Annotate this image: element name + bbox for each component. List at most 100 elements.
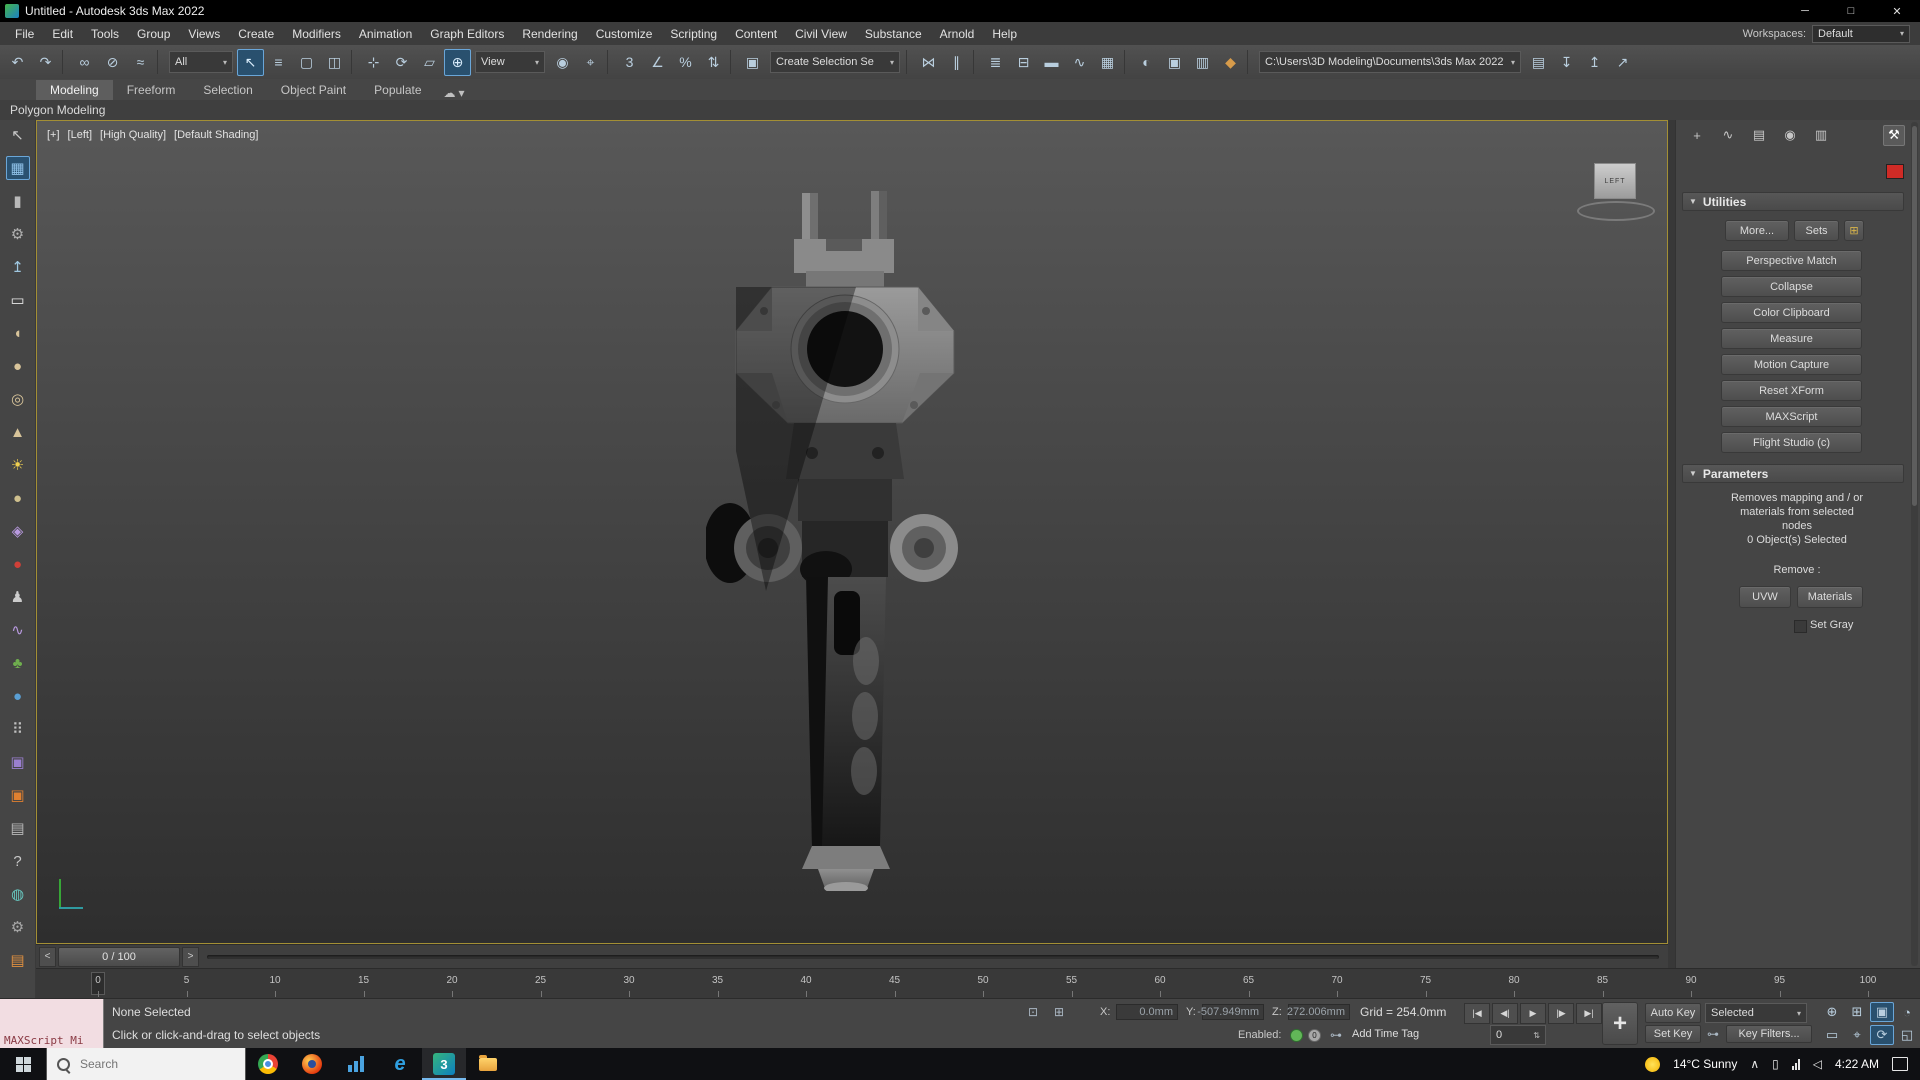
menu-substance[interactable]: Substance xyxy=(856,23,931,45)
render-preset-icon[interactable]: ▣ xyxy=(6,783,30,807)
schematic-view-icon[interactable]: ▦ xyxy=(1094,49,1121,76)
chart-app-icon[interactable] xyxy=(334,1048,378,1080)
select-and-scale-icon[interactable]: ▱ xyxy=(416,49,443,76)
set-key-button[interactable]: Set Key xyxy=(1645,1025,1701,1043)
export-file-icon[interactable]: ↥ xyxy=(1581,49,1608,76)
frame-number-field[interactable]: 0 ⇅ xyxy=(1490,1025,1546,1045)
fluid-icon[interactable]: ● xyxy=(6,684,30,708)
utility-sets-button[interactable]: Sets xyxy=(1794,220,1839,241)
panel-scrollbar-thumb[interactable] xyxy=(1912,126,1917,506)
select-and-manipulate-icon[interactable]: ⌖ xyxy=(577,49,604,76)
utility-button-maxscript[interactable]: MAXScript xyxy=(1721,406,1862,427)
gear-icon[interactable]: ⚙ xyxy=(6,222,30,246)
utility-button-measure[interactable]: Measure xyxy=(1721,328,1862,349)
enabled-zero-indicator[interactable]: 0 xyxy=(1308,1029,1321,1042)
utility-button-collapse[interactable]: Collapse xyxy=(1721,276,1862,297)
reference-coordinate-dropdown[interactable]: View ▾ xyxy=(475,51,545,73)
utility-button-flight-studio-c[interactable]: Flight Studio (c) xyxy=(1721,432,1862,453)
viewport-pov-menu[interactable]: [Left] xyxy=(68,129,92,141)
dome-primitive-icon[interactable]: ◖ xyxy=(6,321,30,345)
menu-modifiers[interactable]: Modifiers xyxy=(283,23,350,45)
auto-key-button[interactable]: Auto Key xyxy=(1645,1003,1701,1023)
cone-primitive-icon[interactable]: ▲ xyxy=(6,420,30,444)
viewport-quality-menu[interactable]: [High Quality] xyxy=(100,129,166,141)
menu-arnold[interactable]: Arnold xyxy=(931,23,984,45)
menu-help[interactable]: Help xyxy=(983,23,1026,45)
configure-button-sets-icon[interactable]: ⊞ xyxy=(1844,220,1864,241)
motion-tab[interactable]: ◉ xyxy=(1779,125,1801,146)
tab-freeform[interactable]: Freeform xyxy=(113,80,190,100)
angle-snap-icon[interactable]: ∠ xyxy=(644,49,671,76)
ribbon-caret-icon[interactable]: ▾ xyxy=(459,86,465,100)
import-file-icon[interactable]: ↧ xyxy=(1553,49,1580,76)
hidden-icons-chevron[interactable]: ∧ xyxy=(1750,1057,1759,1071)
absolute-mode-icon[interactable]: ⊞ xyxy=(1054,1005,1064,1019)
menu-customize[interactable]: Customize xyxy=(587,23,662,45)
select-and-move-icon[interactable]: ⊹ xyxy=(360,49,387,76)
menu-content[interactable]: Content xyxy=(726,23,786,45)
more-utilities-button[interactable]: More... xyxy=(1725,220,1789,241)
maximize-button[interactable]: □ xyxy=(1828,0,1874,22)
use-pivot-center-icon[interactable]: ◉ xyxy=(549,49,576,76)
set-gray-checkbox[interactable] xyxy=(1794,620,1807,633)
undo-icon[interactable]: ↶ xyxy=(4,49,31,76)
menu-file[interactable]: File xyxy=(6,23,43,45)
omni-light-icon[interactable]: ☀ xyxy=(6,453,30,477)
zoom-region-icon[interactable]: ▭ xyxy=(1820,1025,1844,1045)
close-button[interactable]: ✕ xyxy=(1874,0,1920,22)
add-time-tag[interactable]: Add Time Tag xyxy=(1352,1028,1419,1040)
display-monitor-icon[interactable]: ▣ xyxy=(6,750,30,774)
rectangular-selection-region-icon[interactable]: ▢ xyxy=(293,49,320,76)
select-and-place-icon[interactable]: ⊕ xyxy=(444,48,471,76)
snaps-toggle-icon[interactable]: 3 xyxy=(616,49,643,76)
bind-to-space-warp-icon[interactable]: ≈ xyxy=(127,49,154,76)
y-coordinate-field[interactable]: -507.949mm xyxy=(1197,1004,1264,1020)
material-editor-icon[interactable]: ◐ xyxy=(1133,49,1160,76)
settings-gear-icon[interactable]: ⚙ xyxy=(6,915,30,939)
workspace-dropdown[interactable]: Default ▾ xyxy=(1812,24,1910,43)
select-object-icon[interactable]: ↖ xyxy=(237,48,264,76)
zoom-extents-icon[interactable]: ▣ xyxy=(1870,1002,1894,1022)
named-selection-sets-dropdown[interactable]: Create Selection Se ▾ xyxy=(770,51,900,73)
tab-selection[interactable]: Selection xyxy=(189,80,266,100)
panel-color-swatch[interactable] xyxy=(1886,164,1904,179)
orbit-icon[interactable]: ⟳ xyxy=(1870,1025,1894,1045)
select-cursor-icon[interactable]: ↖ xyxy=(6,123,30,147)
plane-primitive-icon[interactable]: ▭ xyxy=(6,288,30,312)
panel-scrollbar[interactable] xyxy=(1911,122,1918,966)
tab-object-paint[interactable]: Object Paint xyxy=(267,80,360,100)
light-bulb-icon[interactable]: ◍ xyxy=(6,882,30,906)
create-tab[interactable]: + xyxy=(1686,125,1708,146)
battery-icon[interactable]: ▯ xyxy=(1772,1057,1779,1071)
taskbar-search[interactable] xyxy=(46,1048,246,1080)
go-to-start-button[interactable]: |◀ xyxy=(1464,1003,1490,1024)
x-coordinate-field[interactable]: 0.0mm xyxy=(1116,1004,1178,1020)
rendered-frame-window-icon[interactable]: ▥ xyxy=(1189,49,1216,76)
firefox-icon[interactable] xyxy=(290,1048,334,1080)
menu-scripting[interactable]: Scripting xyxy=(661,23,726,45)
menu-group[interactable]: Group xyxy=(128,23,179,45)
field-of-view-icon[interactable]: ◔ xyxy=(1895,1002,1919,1022)
asset-library-icon[interactable]: ▤ xyxy=(1525,49,1552,76)
viewport-general-menu[interactable]: [+] xyxy=(47,129,60,141)
create-key-button[interactable]: + xyxy=(1602,1002,1638,1045)
zoom-all-icon[interactable]: ⊞ xyxy=(1845,1002,1869,1022)
container-icon[interactable]: ▤ xyxy=(6,816,30,840)
liquid-icon[interactable]: ● xyxy=(6,552,30,576)
chrome-icon[interactable] xyxy=(246,1048,290,1080)
select-and-rotate-icon[interactable]: ⟳ xyxy=(388,49,415,76)
extrude-icon[interactable]: ↥ xyxy=(6,255,30,279)
spring-icon[interactable]: ∿ xyxy=(6,618,30,642)
action-center-icon[interactable] xyxy=(1892,1057,1908,1071)
viewport[interactable]: [+] [Left] [High Quality] [Default Shading] xyxy=(36,120,1668,944)
time-slider-handle[interactable]: 0 / 100 xyxy=(58,946,180,967)
align-icon[interactable]: ∥ xyxy=(943,49,970,76)
utility-button-motion-capture[interactable]: Motion Capture xyxy=(1721,354,1862,375)
biped-icon[interactable]: ♟ xyxy=(6,585,30,609)
foliage-icon[interactable]: ♣ xyxy=(6,651,30,675)
time-slider-track[interactable] xyxy=(207,954,1659,959)
cloud-icon[interactable]: ☁ xyxy=(444,86,456,100)
ribbon-panel-bar[interactable]: Polygon Modeling xyxy=(0,100,1920,121)
file-explorer-icon[interactable] xyxy=(466,1048,510,1080)
tab-populate[interactable]: Populate xyxy=(360,80,435,100)
